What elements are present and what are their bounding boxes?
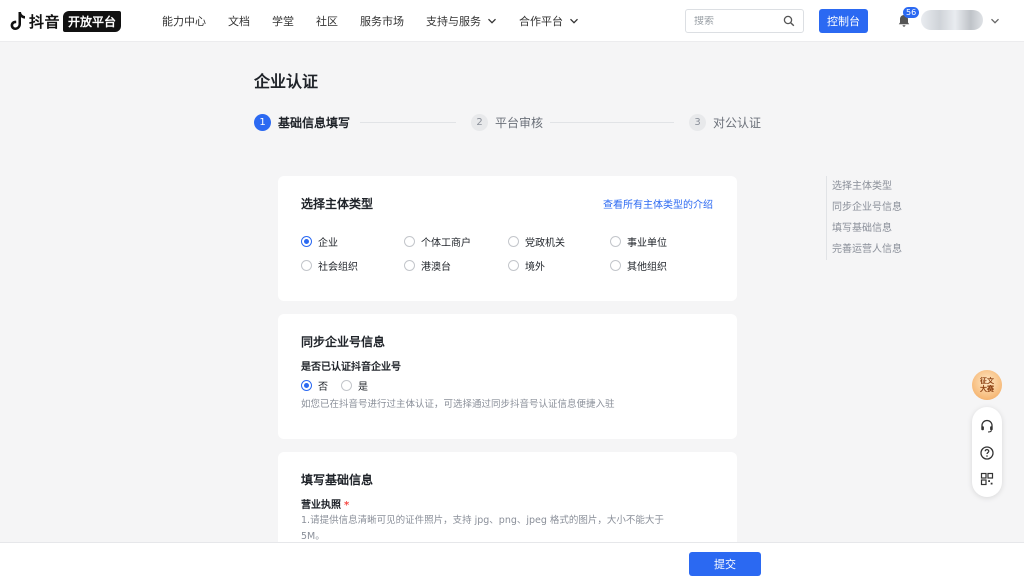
- nav-item-docs[interactable]: 文档: [228, 13, 250, 29]
- nav-item-support[interactable]: 支持与服务: [426, 13, 497, 29]
- step-corporate-verification: 3 对公认证: [689, 113, 761, 131]
- anchor-basic-info[interactable]: 填写基础信息: [832, 218, 902, 239]
- section-title: 选择主体类型: [301, 197, 374, 211]
- radio-option-hk-macao-taiwan[interactable]: 港澳台: [404, 258, 451, 273]
- top-navbar: 抖音 开放平台 能力中心 文档 学堂 社区 服务市场 支持与服务 合作平台 控制…: [0, 0, 1024, 42]
- chevron-down-icon: [570, 18, 578, 24]
- radio-unchecked-icon: [508, 260, 519, 271]
- anchor-sync-enterprise-info[interactable]: 同步企业号信息: [832, 197, 902, 218]
- qrcode-icon[interactable]: [979, 471, 995, 487]
- step-connector: [360, 122, 456, 123]
- help-icon[interactable]: [979, 445, 995, 461]
- radio-option-other-organization[interactable]: 其他组织: [610, 258, 667, 273]
- douyin-open-platform-logo[interactable]: 抖音 开放平台: [10, 9, 122, 33]
- radio-unchecked-icon: [404, 260, 415, 271]
- radio-unchecked-icon: [404, 236, 415, 247]
- step-label: 平台审核: [495, 115, 544, 130]
- step-platform-review: 2 平台审核: [471, 113, 543, 131]
- chevron-down-icon: [488, 18, 496, 24]
- radio-unchecked-icon: [301, 260, 312, 271]
- radio-option-party-government[interactable]: 党政机关: [508, 234, 565, 249]
- submit-button[interactable]: 提交: [689, 552, 761, 576]
- radio-label: 港澳台: [421, 262, 451, 273]
- radio-label: 境外: [525, 262, 545, 273]
- nav-item-label: 学堂: [272, 15, 294, 28]
- search-box[interactable]: [685, 9, 804, 33]
- chevron-down-icon[interactable]: [990, 16, 1000, 26]
- radio-unchecked-icon: [341, 380, 352, 391]
- notification-badge: 56: [903, 7, 920, 18]
- headset-icon[interactable]: [979, 418, 995, 434]
- anchor-operator-info[interactable]: 完善运营人信息: [832, 239, 902, 260]
- radio-option-public-institution[interactable]: 事业单位: [610, 234, 667, 249]
- search-input[interactable]: [694, 15, 780, 27]
- step-number: 2: [471, 113, 488, 131]
- radio-option-enterprise[interactable]: 企业: [301, 234, 338, 249]
- douyin-logo-icon: [10, 11, 26, 31]
- subject-types-intro-link[interactable]: 查看所有主体类型的介绍: [603, 196, 713, 211]
- user-avatar-name-blurred[interactable]: [921, 10, 983, 30]
- page-title: 企业认证: [254, 72, 319, 91]
- radio-option-social-organization[interactable]: 社会组织: [301, 258, 358, 273]
- essay-contest-promo-badge[interactable]: 征文 大赛: [972, 370, 1002, 400]
- search-icon[interactable]: [783, 15, 795, 27]
- step-basic-info: 1 基础信息填写: [254, 113, 350, 131]
- radio-label: 其他组织: [627, 262, 667, 273]
- step-label: 基础信息填写: [278, 115, 351, 130]
- brand-name: 抖音: [29, 12, 61, 31]
- nav-item-label: 支持与服务: [426, 15, 481, 28]
- nav-item-partner-platform[interactable]: 合作平台: [519, 13, 579, 29]
- nav-item-label: 能力中心: [162, 15, 206, 28]
- main-nav: 能力中心 文档 学堂 社区 服务市场 支持与服务 合作平台: [162, 0, 601, 42]
- radio-option-individual-business[interactable]: 个体工商户: [404, 234, 471, 249]
- floating-tool-bar: [972, 407, 1002, 497]
- radio-unchecked-icon: [610, 260, 621, 271]
- verified-question-label: 是否已认证抖音企业号: [301, 362, 401, 373]
- radio-label: 是: [358, 382, 368, 393]
- radio-option-yes[interactable]: 是: [341, 378, 368, 393]
- nav-item-community[interactable]: 社区: [316, 13, 338, 29]
- radio-label: 事业单位: [627, 238, 667, 249]
- nav-item-label: 文档: [228, 15, 250, 28]
- section-anchor-nav: 选择主体类型 同步企业号信息 填写基础信息 完善运营人信息: [826, 176, 902, 260]
- section-title: 同步企业号信息: [301, 335, 386, 349]
- nav-item-label: 服务市场: [360, 15, 404, 28]
- console-button[interactable]: 控制台: [819, 9, 868, 33]
- nav-item-academy[interactable]: 学堂: [272, 13, 294, 29]
- subject-type-card: 选择主体类型 查看所有主体类型的介绍 企业 个体工商户 党政机关 事业单位 社会…: [278, 176, 737, 301]
- business-license-label: 营业执照 *: [301, 496, 349, 511]
- sync-enterprise-account-card: 同步企业号信息 是否已认证抖音企业号 否 是 如您已在抖音号进行过主体认证，可选…: [278, 314, 737, 439]
- radio-checked-icon: [301, 380, 312, 391]
- step-number: 3: [689, 113, 706, 131]
- step-connector: [550, 122, 674, 123]
- business-license-text: 营业执照: [301, 500, 341, 511]
- radio-label: 个体工商户: [421, 238, 471, 249]
- brand-badge: 开放平台: [63, 10, 122, 32]
- radio-unchecked-icon: [508, 236, 519, 247]
- nav-item-label: 合作平台: [519, 15, 563, 28]
- anchor-subject-type[interactable]: 选择主体类型: [832, 176, 902, 197]
- required-mark: *: [344, 500, 350, 511]
- step-label: 对公认证: [713, 115, 762, 130]
- nav-item-label: 社区: [316, 15, 338, 28]
- promo-line-1: 征文: [980, 377, 994, 385]
- step-number: 1: [254, 113, 271, 131]
- radio-unchecked-icon: [610, 236, 621, 247]
- progress-steps: 1 基础信息填写 2 平台审核 3 对公认证: [254, 113, 774, 133]
- promo-line-2: 大赛: [980, 385, 994, 393]
- radio-option-no[interactable]: 否: [301, 378, 328, 393]
- radio-label: 企业: [318, 238, 338, 249]
- nav-item-service-market[interactable]: 服务市场: [360, 13, 404, 29]
- nav-item-capability-center[interactable]: 能力中心: [162, 13, 206, 29]
- license-hint-line-1: 1.请提供信息清晰可见的证件照片，支持 jpg、png、jpeg 格式的图片，大…: [301, 515, 664, 526]
- radio-checked-icon: [301, 236, 312, 247]
- radio-label: 党政机关: [525, 238, 565, 249]
- radio-option-overseas[interactable]: 境外: [508, 258, 545, 273]
- bottom-action-bar: 提交: [0, 542, 1024, 583]
- radio-label: 否: [318, 382, 328, 393]
- basic-info-card: 填写基础信息 营业执照 * 1.请提供信息清晰可见的证件照片，支持 jpg、png…: [278, 452, 737, 552]
- section-title: 填写基础信息: [301, 473, 374, 487]
- radio-label: 社会组织: [318, 262, 358, 273]
- sync-hint-text: 如您已在抖音号进行过主体认证，可选择通过同步抖音号认证信息便捷入驻: [301, 399, 615, 410]
